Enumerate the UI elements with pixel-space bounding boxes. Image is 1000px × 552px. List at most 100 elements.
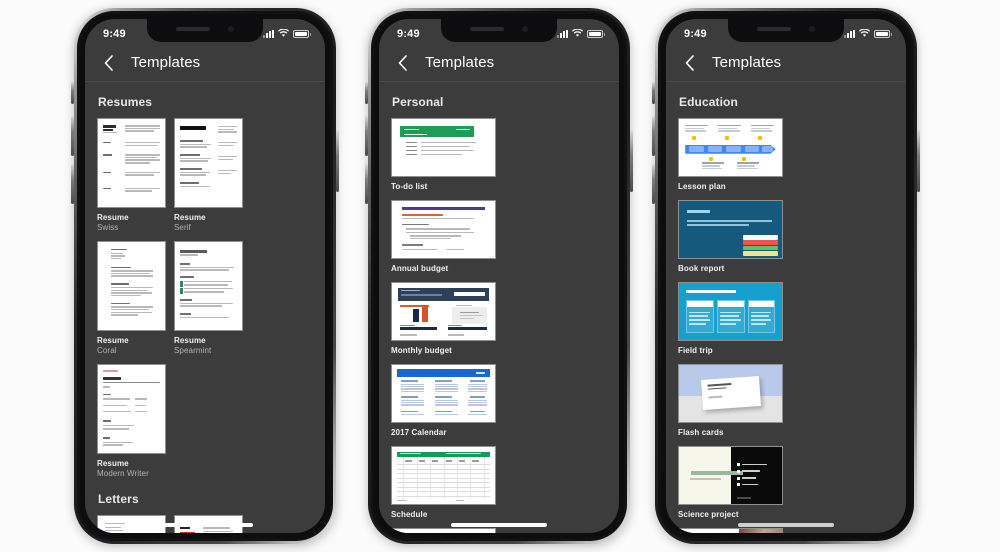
template-name: Book report: [678, 264, 725, 273]
template-thumbnail: [174, 118, 243, 208]
silent-switch[interactable]: [365, 82, 368, 104]
template-thumbnail: [174, 241, 243, 331]
status-bar: 9:49: [85, 19, 325, 44]
template-thumbnail: [678, 446, 783, 505]
power-button[interactable]: [917, 130, 920, 192]
template-thumbnail: [391, 200, 496, 259]
template-thumbnail: [391, 364, 496, 423]
silent-switch[interactable]: [652, 82, 655, 104]
page-title: Templates: [712, 54, 782, 71]
books-icon: [742, 232, 778, 256]
power-button[interactable]: [630, 130, 633, 192]
template-name: Resume: [174, 336, 206, 345]
template-name: Schedule: [391, 510, 428, 519]
template-name: Monthly budget: [391, 346, 452, 355]
home-indicator[interactable]: [451, 523, 547, 527]
volume-down-button[interactable]: [365, 164, 368, 204]
template-name: Resume: [174, 213, 206, 222]
template-card-travel-planner[interactable]: Travel planner: [391, 528, 496, 533]
silent-switch[interactable]: [71, 82, 74, 104]
template-card-resume-serif[interactable]: Resume Serif: [174, 118, 243, 233]
template-card-science-fair[interactable]: Science fair by Google Science Fair: [678, 528, 783, 533]
status-indicators: [844, 29, 892, 38]
back-chevron-icon[interactable]: [393, 54, 411, 72]
phone-device-1: 9:49 Templates Resumes Resume Swiss Resu…: [71, 8, 339, 544]
template-name: Science project: [678, 510, 739, 519]
templates-scroll-1[interactable]: Resumes Resume Swiss Resume Serif Resume…: [85, 82, 325, 533]
template-card-letter-spearmint[interactable]: Letter Spearmint: [97, 515, 166, 533]
home-indicator[interactable]: [738, 523, 834, 527]
phone-frame-inner: 9:49 Templates: [374, 14, 624, 538]
template-name: Field trip: [678, 346, 713, 355]
template-name: Resume: [97, 336, 129, 345]
flash-card-illustration: [700, 375, 761, 410]
status-clock: 9:49: [103, 27, 126, 40]
phone-screen-3: 9:49 Templates Education Lesson plan Boo…: [666, 19, 906, 533]
template-card-2017-calendar[interactable]: 2017 Calendar: [391, 364, 496, 438]
templates-scroll-2[interactable]: Personal To-do list Annual budget Monthl…: [379, 82, 619, 533]
cellular-bars-icon: [263, 29, 274, 38]
template-card-lesson-plan[interactable]: Lesson plan: [678, 118, 783, 192]
template-name: Annual budget: [391, 264, 449, 273]
phone-frame-outer: 9:49 Templates: [658, 11, 914, 541]
template-card-resume-swiss[interactable]: Resume Swiss: [97, 118, 166, 233]
template-thumbnail: [97, 241, 166, 331]
template-card-field-trip[interactable]: Field trip: [678, 282, 783, 356]
template-card-schedule[interactable]: Schedule: [391, 446, 496, 520]
template-card-resume-modern-writer[interactable]: Resume Modern Writer: [97, 364, 166, 479]
volume-up-button[interactable]: [365, 116, 368, 156]
back-chevron-icon[interactable]: [99, 54, 117, 72]
phone-frame-inner: 9:49 Templates: [661, 14, 911, 538]
nav-bar: Templates: [379, 44, 619, 82]
battery-icon: [874, 29, 892, 38]
template-thumbnail: [678, 364, 783, 423]
status-bar: 9:49: [666, 19, 906, 44]
section-title-letters: Letters: [98, 492, 139, 506]
template-name: To-do list: [391, 182, 428, 191]
template-card-science-project[interactable]: Science project: [678, 446, 783, 520]
volume-up-button[interactable]: [71, 116, 74, 156]
phone-screen-1: 9:49 Templates Resumes Resume Swiss Resu…: [85, 19, 325, 533]
template-card-monthly-budget[interactable]: Monthly budget: [391, 282, 496, 356]
template-subtitle: Modern Writer: [97, 469, 149, 478]
template-subtitle: Serif: [174, 223, 191, 232]
back-chevron-icon[interactable]: [680, 54, 698, 72]
template-name: 2017 Calendar: [391, 428, 447, 437]
section-title-education: Education: [679, 95, 738, 109]
battery-icon: [587, 29, 605, 38]
phone-frame-inner: 9:49 Templates: [80, 14, 330, 538]
template-card-resume-coral[interactable]: Resume Coral: [97, 241, 166, 356]
section-title-resumes: Resumes: [98, 95, 153, 109]
template-card-flash-cards[interactable]: Flash cards: [678, 364, 783, 438]
template-subtitle: Swiss: [97, 223, 119, 232]
template-thumbnail: [678, 200, 783, 259]
template-grid-education: Lesson plan Book report Field trip Flash…: [678, 118, 894, 533]
home-indicator[interactable]: [157, 523, 253, 527]
template-thumbnail: [391, 446, 496, 505]
phone-device-3: 9:49 Templates Education Lesson plan Boo…: [652, 8, 920, 544]
template-name: Lesson plan: [678, 182, 726, 191]
page-title: Templates: [425, 54, 495, 71]
phone-device-2: 9:49 Templates Personal To-do list Annua…: [365, 8, 633, 544]
phone-screen-2: 9:49 Templates Personal To-do list Annua…: [379, 19, 619, 533]
template-subtitle: Coral: [97, 346, 117, 355]
template-card-to-do-list[interactable]: To-do list: [391, 118, 496, 192]
template-name: Resume: [97, 213, 129, 222]
templates-scroll-3[interactable]: Education Lesson plan Book report Field …: [666, 82, 906, 533]
volume-down-button[interactable]: [71, 164, 74, 204]
template-name: Flash cards: [678, 428, 724, 437]
status-clock: 9:49: [684, 27, 707, 40]
volume-up-button[interactable]: [652, 116, 655, 156]
template-card-resume-spearmint[interactable]: Resume Spearmint: [174, 241, 243, 356]
template-thumbnail: [678, 282, 783, 341]
screenshot-stage: 9:49 Templates Resumes Resume Swiss Resu…: [0, 0, 1000, 552]
volume-down-button[interactable]: [652, 164, 655, 204]
power-button[interactable]: [336, 130, 339, 192]
phone-frame-outer: 9:49 Templates: [77, 11, 333, 541]
template-thumbnail: [97, 118, 166, 208]
wifi-icon: [572, 29, 583, 38]
template-card-annual-budget[interactable]: Annual budget: [391, 200, 496, 274]
template-thumbnail: [678, 118, 783, 177]
template-grid-resumes: Resume Swiss Resume Serif Resume Coral R…: [97, 118, 313, 479]
template-card-book-report[interactable]: Book report: [678, 200, 783, 274]
